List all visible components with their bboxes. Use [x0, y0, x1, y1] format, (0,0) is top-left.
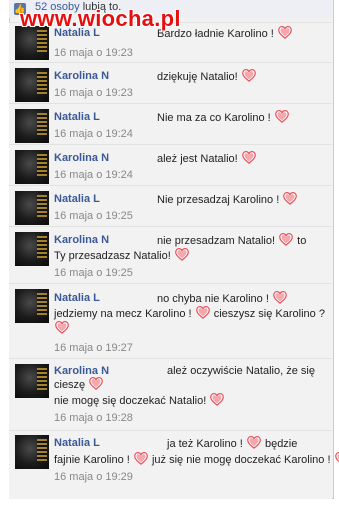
comment-timestamp[interactable]: 16 maja o 19:23 [54, 87, 133, 99]
comment-text-line: cieszę [54, 377, 104, 393]
comment-timestamp[interactable]: 16 maja o 19:28 [54, 412, 133, 424]
comment-text: nie przesadzam Natalio! to [157, 233, 307, 247]
comment-author[interactable]: Karolina N [54, 234, 109, 246]
comment-item: Karolina N ależ jest Natalio! 16 maja o … [9, 144, 332, 186]
comment-author[interactable]: Natalia L [54, 193, 100, 205]
heart-icon [283, 192, 298, 205]
comment-text: dziękuję Natalio! [157, 69, 257, 85]
heart-icon [210, 393, 225, 406]
heart-icon [274, 110, 289, 123]
comment-text-line: fajnie Karolino ! już się nie mogę docze… [54, 452, 339, 468]
heart-icon [247, 436, 261, 449]
comment-timestamp[interactable]: 16 maja o 19:25 [54, 267, 133, 279]
avatar[interactable] [15, 150, 49, 184]
avatar[interactable] [15, 68, 49, 102]
comment-text-line: nie mogę się doczekać Natalio! [54, 393, 225, 409]
comment-item: Natalia L Nie przesadzaj Karolino ! 16 m… [9, 185, 332, 227]
comment-author[interactable]: Karolina N [54, 70, 109, 82]
heart-icon [241, 69, 256, 82]
heart-icon [89, 377, 104, 390]
comment-item: Natalia L no chyba nie Karolino ! jedzie… [9, 283, 332, 359]
comment-timestamp[interactable]: 16 maja o 19:24 [54, 128, 133, 140]
comment-item: Karolina N ależ oczywiście Natalio, że s… [9, 358, 332, 431]
avatar[interactable] [15, 289, 49, 323]
comment-timestamp[interactable]: 16 maja o 19:24 [54, 169, 133, 181]
avatar[interactable] [15, 435, 49, 469]
comment-text: ja też Karolino ! będzie [167, 436, 298, 450]
heart-icon [241, 151, 256, 164]
heart-icon [334, 452, 339, 463]
watermark-logo: www.wiocha.pl [20, 6, 181, 31]
comment-author[interactable]: Natalia L [54, 111, 100, 123]
comment-author[interactable]: Natalia L [54, 292, 100, 304]
heart-icon [55, 321, 69, 334]
comment-text: Nie ma za co Karolino ! [157, 110, 290, 126]
comment-item: Karolina N dziękuję Natalio! 16 maja o 1… [9, 62, 332, 104]
comment-text: no chyba nie Karolino ! [157, 291, 288, 307]
comment-text: Nie przesadzaj Karolino ! [157, 192, 298, 208]
comment-text-line: Ty przesadzasz Natalio! [54, 248, 190, 264]
heart-icon [278, 26, 292, 39]
comment-text-line [54, 321, 70, 337]
heart-icon [279, 233, 293, 246]
comment-text: ależ oczywiście Natalio, że się [167, 365, 315, 377]
comment-author[interactable]: Karolina N [54, 365, 109, 377]
comment-item: Natalia L ja też Karolino ! będzie fajni… [9, 430, 339, 499]
heart-icon [134, 452, 148, 465]
comment-author[interactable]: Natalia L [54, 437, 100, 449]
comment-item: Karolina N nie przesadzam Natalio! to Ty… [9, 226, 332, 284]
heart-icon [273, 291, 287, 304]
avatar[interactable] [15, 191, 49, 225]
heart-icon [174, 248, 189, 261]
comment-author[interactable]: Karolina N [54, 152, 109, 164]
avatar[interactable] [15, 109, 49, 143]
avatar[interactable] [15, 232, 49, 266]
comment-timestamp[interactable]: 16 maja o 19:27 [54, 342, 133, 354]
comment-timestamp[interactable]: 16 maja o 19:25 [54, 210, 133, 222]
comment-timestamp[interactable]: 16 maja o 19:29 [54, 471, 133, 483]
comment-text: ależ jest Natalio! [157, 151, 257, 167]
avatar[interactable] [15, 364, 49, 398]
heart-icon [195, 306, 210, 319]
comment-item: Natalia L Nie ma za co Karolino ! 16 maj… [9, 103, 332, 145]
comment-text-line: jedziemy na mecz Karolino ! cieszysz się… [54, 306, 325, 320]
comment-timestamp[interactable]: 16 maja o 19:23 [54, 47, 133, 59]
